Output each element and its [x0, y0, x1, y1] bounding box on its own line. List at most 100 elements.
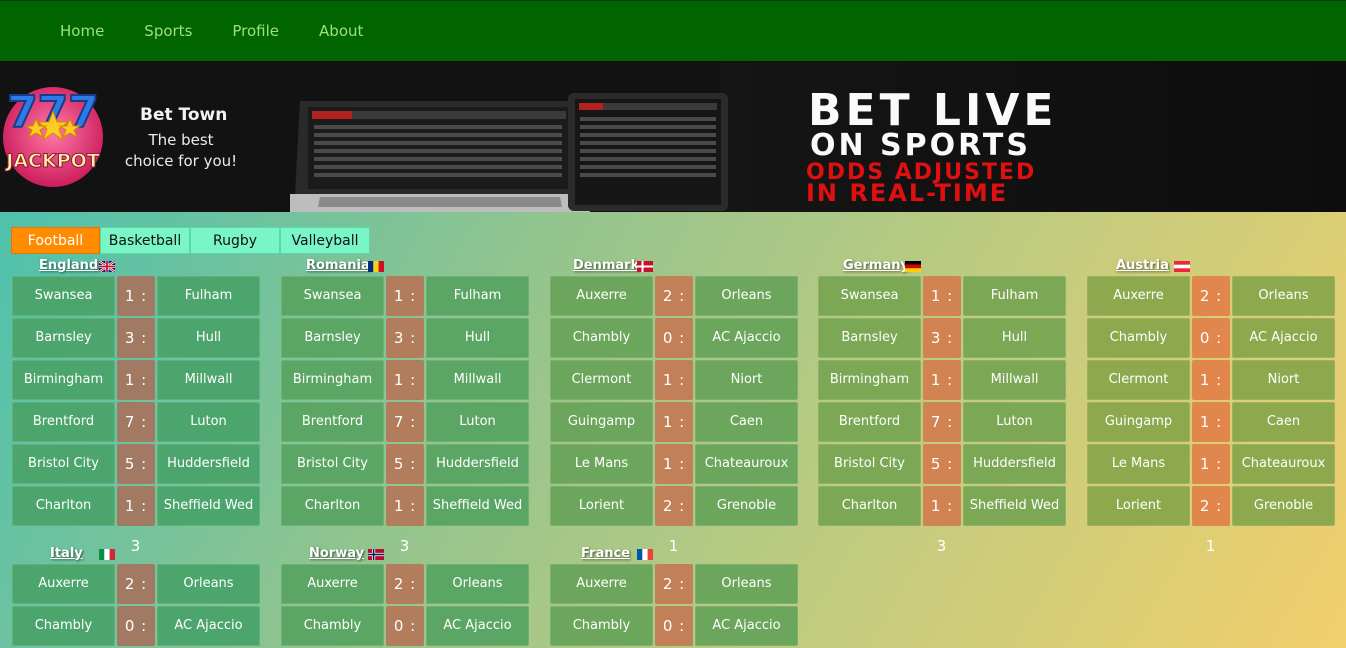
match-score[interactable]: 0 : 2	[655, 606, 693, 646]
match-score[interactable]: 1 : 2	[1192, 444, 1230, 513]
match-row[interactable]: Chambly0 : 2AC Ajaccio	[12, 606, 262, 646]
country-name[interactable]: Italy	[50, 546, 83, 561]
match-score[interactable]: 1 : 0	[1192, 360, 1230, 429]
home-team[interactable]: Chambly	[1087, 318, 1190, 358]
home-team[interactable]: Brentford	[12, 402, 115, 442]
match-row[interactable]: Clermont1 : 0Niort	[550, 360, 800, 429]
match-score[interactable]: 3 : 1	[117, 318, 155, 387]
home-team[interactable]: Swansea	[12, 276, 115, 316]
away-team[interactable]: Huddersfield	[426, 444, 529, 484]
match-row[interactable]: Swansea1 : 2Fulham	[12, 276, 262, 345]
match-row[interactable]: Brentford7 : 0Luton	[281, 402, 531, 471]
away-team[interactable]: Huddersfield	[157, 444, 260, 484]
match-score[interactable]: 1 : 3	[386, 486, 424, 555]
match-row[interactable]: Swansea1 : 2Fulham	[281, 276, 531, 345]
match-row[interactable]: Chambly0 : 2AC Ajaccio	[281, 606, 531, 646]
home-team[interactable]: Auxerre	[1087, 276, 1190, 316]
match-score[interactable]: 5 : 2	[923, 444, 961, 513]
match-row[interactable]: Charlton 1 : 3 Sheffield Wed	[818, 486, 1068, 555]
match-score[interactable]: 2 : 2	[386, 564, 424, 633]
match-score[interactable]: 2 : 1	[1192, 486, 1230, 555]
match-score[interactable]: 1 : 3	[117, 486, 155, 555]
away-team[interactable]: AC Ajaccio	[157, 606, 260, 646]
match-score[interactable]: 1 : 3	[923, 486, 961, 555]
match-score[interactable]: 5 : 2	[117, 444, 155, 513]
match-row[interactable]: Bristol City5 : 2Huddersfield	[281, 444, 531, 513]
home-team[interactable]: Brentford	[281, 402, 384, 442]
match-score[interactable]: 1 : 2	[117, 276, 155, 345]
match-score[interactable]: 2 : 2	[655, 564, 693, 633]
tab-valleyball[interactable]: Valleyball	[280, 227, 370, 254]
home-team[interactable]: Charlton	[281, 486, 384, 526]
match-row[interactable]: Swansea1 : 2Fulham	[818, 276, 1068, 345]
match-score[interactable]: 5 : 2	[386, 444, 424, 513]
match-score[interactable]: 0 : 2	[655, 318, 693, 387]
match-row[interactable]: Auxerre2 : 2Orleans	[550, 564, 800, 633]
home-team[interactable]: Bristol City	[12, 444, 115, 484]
nav-home[interactable]: Home	[60, 22, 104, 40]
country-name[interactable]: Romania	[306, 258, 370, 273]
home-team[interactable]: Le Mans	[550, 444, 653, 484]
home-team[interactable]: Barnsley	[281, 318, 384, 358]
away-team[interactable]: Niort	[1232, 360, 1335, 400]
match-score[interactable]: 2 : 2	[117, 564, 155, 633]
tab-rugby[interactable]: Rugby	[190, 227, 280, 254]
tab-basketball[interactable]: Basketball	[100, 227, 190, 254]
match-score[interactable]: 2 : 2	[655, 276, 693, 345]
away-team[interactable]: Orleans	[426, 564, 529, 604]
match-score[interactable]: 2 : 1	[655, 486, 693, 555]
jackpot-logo[interactable]: 777 JACKPOT	[2, 75, 105, 195]
away-team[interactable]: AC Ajaccio	[426, 606, 529, 646]
match-score[interactable]: 1 : 1	[117, 360, 155, 429]
country-name[interactable]: England	[39, 258, 98, 273]
home-team[interactable]: Le Mans	[1087, 444, 1190, 484]
match-score[interactable]: 7 : 0	[923, 402, 961, 471]
away-team[interactable]: Luton	[426, 402, 529, 442]
match-row[interactable]: Chambly0 : 2AC Ajaccio	[550, 318, 800, 387]
away-team[interactable]: Chateauroux	[1232, 444, 1335, 484]
home-team[interactable]: Birmingham	[12, 360, 115, 400]
away-team[interactable]: Caen	[1232, 402, 1335, 442]
match-row[interactable]: Auxerre2 : 2Orleans	[12, 564, 262, 633]
home-team[interactable]: Brentford	[818, 402, 921, 442]
home-team[interactable]: Bristol City	[818, 444, 921, 484]
home-team[interactable]: Auxerre	[550, 276, 653, 316]
match-score[interactable]: 3 : 1	[923, 318, 961, 387]
match-row[interactable]: Chambly0 : 2AC Ajaccio	[550, 606, 800, 646]
match-row[interactable]: Birmingham1 : 1Millwall	[818, 360, 1068, 429]
match-score[interactable]: 1 : 0	[655, 360, 693, 429]
away-team[interactable]: Hull	[963, 318, 1066, 358]
match-score[interactable]: 2 : 2	[1192, 276, 1230, 345]
match-score[interactable]: 1 : 1	[923, 360, 961, 429]
home-team[interactable]: Swansea	[818, 276, 921, 316]
home-team[interactable]: Guingamp	[1087, 402, 1190, 442]
match-score[interactable]: 0 : 2	[117, 606, 155, 646]
away-team[interactable]: Luton	[963, 402, 1066, 442]
away-team[interactable]: Hull	[157, 318, 260, 358]
match-row[interactable]: Barnsley3 : 1Hull	[12, 318, 262, 387]
match-row[interactable]: Charlton 1 : 3 Sheffield Wed	[281, 486, 531, 555]
away-team[interactable]: Fulham	[157, 276, 260, 316]
away-team[interactable]: Fulham	[963, 276, 1066, 316]
home-team[interactable]: Auxerre	[550, 564, 653, 604]
country-name[interactable]: Denmark	[573, 258, 639, 273]
home-team[interactable]: Birmingham	[818, 360, 921, 400]
home-team[interactable]: Auxerre	[12, 564, 115, 604]
away-team[interactable]: Grenoble	[1232, 486, 1335, 526]
away-team[interactable]: Grenoble	[695, 486, 798, 526]
away-team[interactable]: Millwall	[426, 360, 529, 400]
away-team[interactable]: AC Ajaccio	[695, 606, 798, 646]
home-team[interactable]: Lorient	[550, 486, 653, 526]
match-row[interactable]: Auxerre2 : 2Orleans	[550, 276, 800, 345]
away-team[interactable]: Orleans	[1232, 276, 1335, 316]
match-row[interactable]: Birmingham1 : 1Millwall	[12, 360, 262, 429]
home-team[interactable]: Bristol City	[281, 444, 384, 484]
home-team[interactable]: Birmingham	[281, 360, 384, 400]
home-team[interactable]: Charlton	[818, 486, 921, 526]
match-row[interactable]: Lorient 2 : 1 Grenoble	[550, 486, 800, 555]
match-score[interactable]: 0 : 2	[386, 606, 424, 646]
away-team[interactable]: Fulham	[426, 276, 529, 316]
match-row[interactable]: Barnsley3 : 1Hull	[281, 318, 531, 387]
match-row[interactable]: Clermont1 : 0Niort	[1087, 360, 1337, 429]
away-team[interactable]: Sheffield Wed	[963, 486, 1066, 526]
